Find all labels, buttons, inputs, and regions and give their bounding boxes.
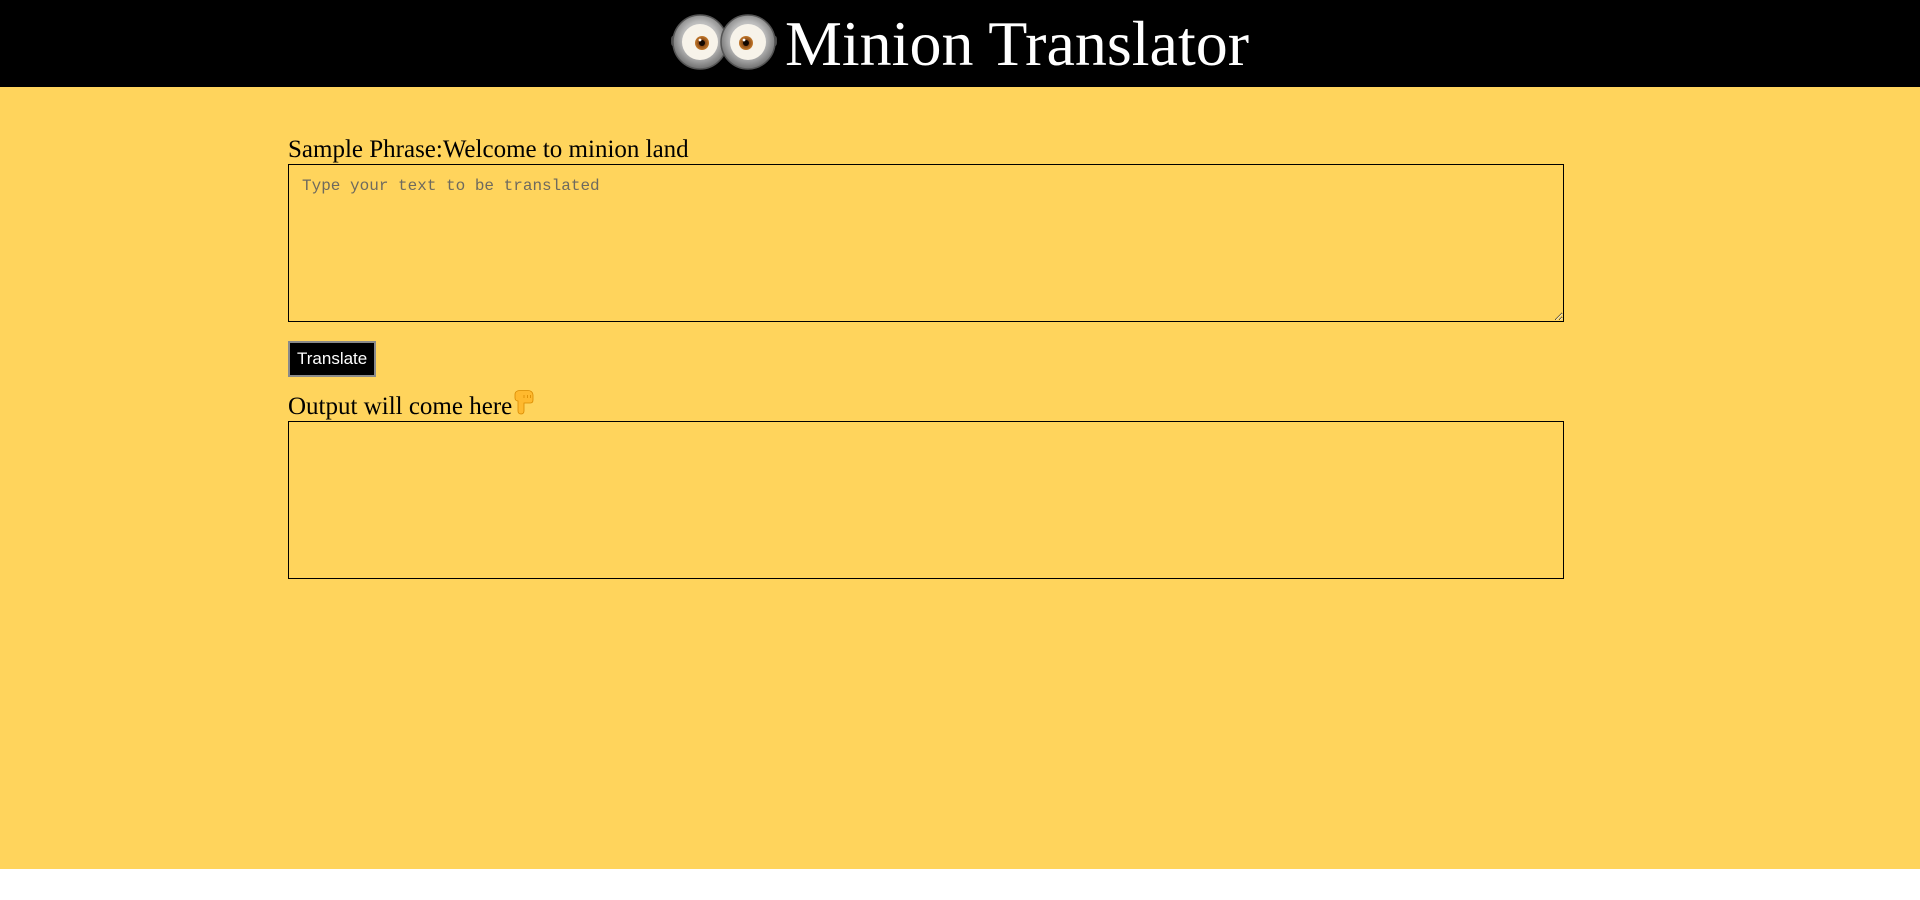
- page-background: Minion Translator Sample Phrase:Welcome …: [0, 0, 1920, 869]
- minion-goggles-icon: [670, 13, 777, 70]
- app-header: Minion Translator: [0, 0, 1920, 87]
- translation-output: [288, 421, 1564, 579]
- output-label: Output will come here: [288, 393, 513, 420]
- output-label-row: Output will come here: [288, 390, 1564, 421]
- app-title: Minion Translator: [784, 7, 1250, 79]
- translation-input[interactable]: [288, 164, 1564, 322]
- translator-panel: Sample Phrase:Welcome to minion land Tra…: [288, 134, 1564, 579]
- sample-phrase-label: Sample Phrase:Welcome to minion land: [288, 136, 689, 163]
- translate-button[interactable]: Translate: [288, 341, 377, 377]
- pointing-down-hand-icon: [514, 390, 534, 415]
